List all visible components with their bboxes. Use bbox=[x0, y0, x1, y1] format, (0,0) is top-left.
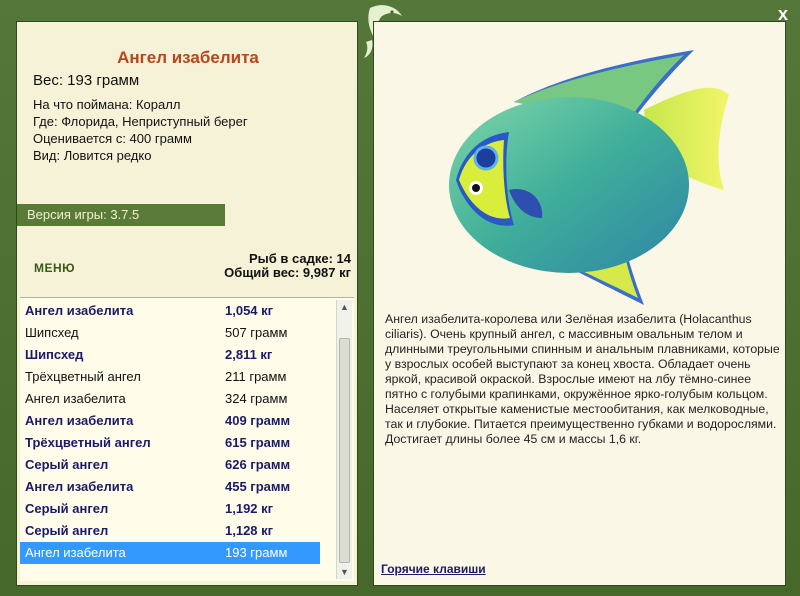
catch-fish-name: Ангел изабелита bbox=[25, 545, 126, 560]
catch-fish-weight: 507 грамм bbox=[225, 325, 288, 340]
fish-name: Ангел изабелита bbox=[117, 48, 259, 67]
catch-fish-weight: 455 грамм bbox=[225, 479, 291, 494]
fish-description: Ангел изабелита-королева или Зелёная иза… bbox=[385, 312, 780, 446]
catch-list[interactable]: ▲ ▼ Ангел изабелита 1,054 кг Шипсхед 507 гр… bbox=[20, 297, 354, 581]
catch-fish-weight: 615 грамм bbox=[225, 435, 291, 450]
catch-value: Оценивается с: 400 грамм bbox=[33, 131, 192, 146]
scrollbar[interactable]: ▲ ▼ bbox=[336, 300, 352, 579]
catch-list-row[interactable]: Серый ангел 1,192 кг bbox=[20, 498, 320, 520]
catch-list-row[interactable]: Ангел изабелита 324 грамм bbox=[20, 388, 320, 410]
catch-fish-weight: 409 грамм bbox=[225, 413, 291, 428]
catch-list-row[interactable]: Трёхцветный ангел 211 грамм bbox=[20, 366, 320, 388]
catch-fish-name: Серый ангел bbox=[25, 523, 109, 538]
catch-list-row[interactable]: Ангел изабелита 455 грамм bbox=[20, 476, 320, 498]
catch-list-row[interactable]: Трёхцветный ангел 615 грамм bbox=[20, 432, 320, 454]
catch-fish-weight: 324 грамм bbox=[225, 391, 288, 406]
catch-list-row[interactable]: Ангел изабелита 193 грамм bbox=[20, 542, 320, 564]
game-version: Версия игры: 3.7.5 bbox=[17, 204, 225, 226]
catch-fish-name: Ангел изабелита bbox=[25, 303, 134, 318]
fish-illustration bbox=[449, 50, 729, 305]
catch-fish-weight: 211 грамм bbox=[225, 369, 287, 384]
catch-location: Где: Флорида, Неприступный берег bbox=[33, 114, 248, 129]
catch-list-row[interactable]: Ангел изабелита 409 грамм bbox=[20, 410, 320, 432]
catch-fish-name: Ангел изабелита bbox=[25, 391, 126, 406]
catch-fish-name: Серый ангел bbox=[25, 501, 109, 516]
catch-fish-name: Ангел изабелита bbox=[25, 479, 134, 494]
catch-list-row[interactable]: Шипсхед 507 грамм bbox=[20, 322, 320, 344]
hotkeys-link[interactable]: Горячие клавиши bbox=[381, 562, 486, 576]
catch-fish-name: Ангел изабелита bbox=[25, 413, 134, 428]
catch-fish-name: Шипсхед bbox=[25, 347, 84, 362]
catch-fish-weight: 626 грамм bbox=[225, 457, 291, 472]
catch-list-row[interactable]: Ангел изабелита 1,054 кг bbox=[20, 300, 320, 322]
cage-total-weight: Общий вес: 9,987 кг bbox=[224, 265, 351, 280]
game-window: x Ангел изабелита Вес: 193 грамм На что … bbox=[0, 0, 800, 596]
catch-fish-name: Шипсхед bbox=[25, 325, 79, 340]
catch-fish-weight: 1,128 кг bbox=[225, 523, 274, 538]
catch-fish-name: Трёхцветный ангел bbox=[25, 435, 151, 450]
catch-fish-weight: 193 грамм bbox=[225, 545, 288, 560]
catch-fish-weight: 1,192 кг bbox=[225, 501, 274, 516]
fish-weight: Вес: 193 грамм bbox=[33, 72, 140, 89]
catch-fish-name: Серый ангел bbox=[25, 457, 109, 472]
cage-count: Рыб в садке: 14 bbox=[248, 251, 351, 266]
catch-list-row[interactable]: Серый ангел 626 грамм bbox=[20, 454, 320, 476]
catch-fish-weight: 2,811 кг bbox=[225, 347, 273, 362]
scroll-thumb[interactable] bbox=[339, 338, 350, 563]
fish-description-panel: Ангел изабелита-королева или Зелёная иза… bbox=[373, 21, 786, 586]
scroll-up-icon[interactable]: ▲ bbox=[337, 300, 352, 314]
catch-list-row[interactable]: Серый ангел 1,128 кг bbox=[20, 520, 320, 542]
fish-info-panel: Ангел изабелита Вес: 193 грамм На что по… bbox=[16, 21, 358, 586]
catch-fish-name: Трёхцветный ангел bbox=[25, 369, 141, 384]
menu-button[interactable]: МЕНЮ bbox=[34, 261, 75, 275]
fish-details: На что поймана: Коралл Где: Флорида, Неп… bbox=[33, 96, 248, 164]
catch-bait: На что поймана: Коралл bbox=[33, 97, 181, 112]
cage-stats: Рыб в садке: 14 Общий вес: 9,987 кг bbox=[224, 252, 351, 280]
catch-rarity: Вид: Ловится редко bbox=[33, 148, 152, 163]
scroll-down-icon[interactable]: ▼ bbox=[337, 565, 352, 579]
catch-list-row[interactable]: Шипсхед 2,811 кг bbox=[20, 344, 320, 366]
catch-fish-weight: 1,054 кг bbox=[225, 303, 274, 318]
